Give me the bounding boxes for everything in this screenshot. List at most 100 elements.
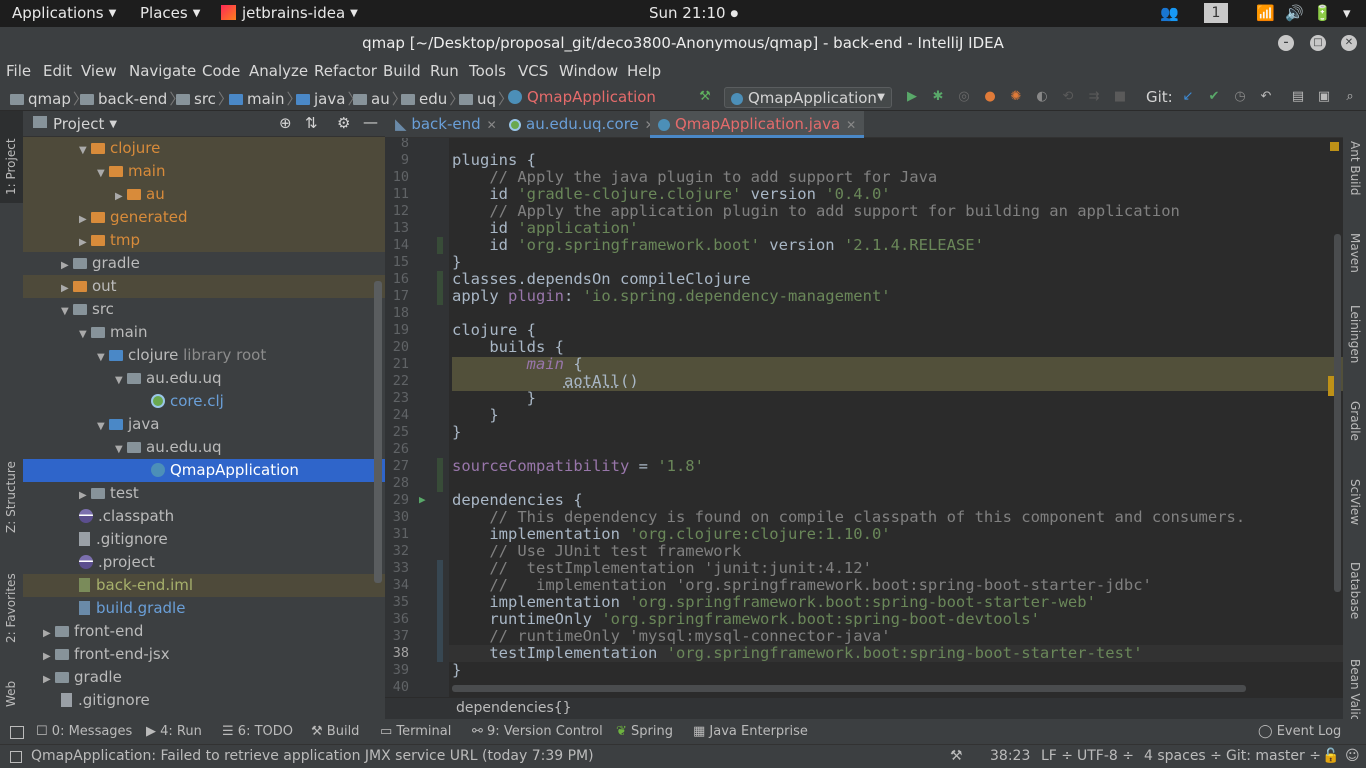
hide-panel-icon[interactable]: —: [363, 113, 378, 131]
toolwindow-icon[interactable]: ▣: [1316, 89, 1332, 105]
tree-item-clojure-build[interactable]: ▼ clojure: [23, 137, 385, 160]
tab-event-log[interactable]: ◯ Event Log: [1258, 724, 1341, 739]
tab-project[interactable]: 1: Project: [0, 111, 23, 203]
inspection-status-icon[interactable]: [1330, 142, 1339, 151]
tree-item-java-package[interactable]: ▼ au.edu.uq: [23, 436, 385, 459]
tab-version-control[interactable]: ⚯ 9: Version Control: [472, 724, 603, 739]
search-icon[interactable]: ⌕: [1342, 89, 1358, 105]
tab-web[interactable]: Web: [0, 663, 23, 713]
run-icon[interactable]: ▶: [904, 89, 920, 105]
tab-messages[interactable]: ☐ 0: Messages: [36, 724, 132, 739]
git-revert-icon[interactable]: ↶: [1258, 89, 1274, 105]
close-tab-icon[interactable]: ✕: [846, 118, 856, 132]
coverage-icon[interactable]: ◎: [956, 89, 972, 105]
wifi-icon[interactable]: 📶: [1256, 4, 1275, 22]
attach-icon[interactable]: ⟲: [1060, 89, 1076, 105]
tree-item-project-file[interactable]: .project: [23, 551, 385, 574]
tree-item-gitignore[interactable]: .gitignore: [23, 528, 385, 551]
tab-sciview[interactable]: SciView: [1343, 463, 1366, 533]
locate-icon[interactable]: ⊕: [279, 114, 292, 132]
menu-tools[interactable]: Tools: [469, 62, 506, 80]
close-button[interactable]: ✕: [1341, 35, 1357, 51]
menu-view[interactable]: View: [81, 62, 117, 80]
crumb-main[interactable]: main 〉: [229, 88, 304, 109]
git-branch[interactable]: Git: master ÷: [1226, 748, 1321, 764]
breadcrumb-dependencies[interactable]: dependencies{}: [456, 700, 572, 716]
debug-icon[interactable]: ✱: [930, 89, 946, 105]
tree-item-generated[interactable]: ▶ generated: [23, 206, 385, 229]
tree-item-front-end[interactable]: ▶ front-end: [23, 620, 385, 643]
tree-item-gitignore-root[interactable]: .gitignore: [23, 689, 385, 712]
project-structure-icon[interactable]: ▤: [1290, 89, 1306, 105]
tab-back-end[interactable]: ◣ back-end ✕: [387, 111, 505, 138]
tab-spring[interactable]: ❦ Spring: [616, 724, 673, 739]
vcs-change-marker[interactable]: [437, 237, 443, 254]
power-menu-icon[interactable]: ▾: [1343, 4, 1351, 22]
rerun-icon[interactable]: ⇉: [1086, 89, 1102, 105]
tree-item-iml[interactable]: back-end.iml: [23, 574, 385, 597]
stop-icon[interactable]: ■: [1112, 89, 1128, 105]
crumb-current-class[interactable]: QmapApplication: [508, 88, 656, 106]
close-tab-icon[interactable]: ✕: [487, 118, 497, 132]
clock[interactable]: Sun 21:10 ●: [649, 4, 738, 22]
gear-icon[interactable]: ⚙: [337, 114, 350, 132]
crumb-edu[interactable]: edu 〉: [401, 88, 466, 109]
editor-horizontal-scrollbar[interactable]: [452, 685, 1246, 692]
git-update-icon[interactable]: ↙: [1180, 89, 1196, 105]
vcs-change-marker[interactable]: [437, 271, 443, 305]
tree-item-src[interactable]: ▼ src: [23, 298, 385, 321]
caret-position[interactable]: 38:23: [990, 748, 1030, 764]
tree-item-au-build[interactable]: ▶ au: [23, 183, 385, 206]
menu-file[interactable]: File: [6, 62, 31, 80]
menu-refactor[interactable]: Refactor: [314, 62, 377, 80]
collapse-all-icon[interactable]: ⇅: [305, 114, 318, 132]
tree-item-java[interactable]: ▼ java: [23, 413, 385, 436]
menu-help[interactable]: Help: [627, 62, 661, 80]
tree-item-gradle-root[interactable]: ▶ gradle: [23, 666, 385, 689]
places-menu[interactable]: Places ▼: [140, 4, 200, 22]
menu-window[interactable]: Window: [559, 62, 618, 80]
battery-icon[interactable]: 🔋: [1313, 4, 1332, 22]
menu-edit[interactable]: Edit: [43, 62, 72, 80]
inspector-icon[interactable]: ☺: [1345, 748, 1360, 764]
tree-item-core-clj[interactable]: core.clj: [23, 390, 385, 413]
crumb-back-end[interactable]: back-end〉: [80, 88, 186, 109]
lock-icon[interactable]: 🔓: [1322, 748, 1339, 764]
tree-item-classpath[interactable]: .classpath: [23, 505, 385, 528]
tab-java-enterprise[interactable]: ▦ Java Enterprise: [693, 724, 808, 739]
run-config-dropdown[interactable]: QmapApplication ▼: [724, 87, 892, 108]
tree-item-test[interactable]: ▶ test: [23, 482, 385, 505]
tab-favorites[interactable]: 2: Favorites: [0, 557, 23, 649]
hector-icon[interactable]: ⚒: [950, 748, 963, 764]
tab-maven[interactable]: Maven: [1343, 213, 1366, 273]
menu-build[interactable]: Build: [383, 62, 421, 80]
menu-navigate[interactable]: Navigate: [129, 62, 196, 80]
tree-item-out[interactable]: ▶ out: [23, 275, 385, 298]
applications-menu[interactable]: Applications ▼: [12, 4, 116, 22]
tab-leiningen[interactable]: Leiningen: [1343, 289, 1366, 364]
crumb-src[interactable]: src 〉: [176, 88, 235, 109]
line-separator[interactable]: LF ÷: [1041, 748, 1073, 764]
profiler-icon[interactable]: ✺: [1008, 89, 1024, 105]
status-panel-icon[interactable]: [10, 751, 22, 763]
project-scrollbar[interactable]: [374, 281, 382, 583]
tab-ant-build[interactable]: Ant Build: [1343, 119, 1366, 199]
volume-icon[interactable]: 🔊: [1285, 4, 1304, 22]
tab-build[interactable]: ⚒ Build: [311, 724, 359, 739]
tree-item-qmap-application[interactable]: QmapApplication: [23, 459, 385, 482]
profile-icon[interactable]: ●: [982, 89, 998, 105]
vcs-change-marker[interactable]: [437, 560, 443, 662]
tab-bean-validation[interactable]: Bean Valid: [1343, 643, 1366, 722]
menu-vcs[interactable]: VCS: [518, 62, 548, 80]
tab-qmap-application[interactable]: QmapApplication.java ✕: [650, 111, 865, 138]
menu-code[interactable]: Code: [202, 62, 240, 80]
tree-item-tmp[interactable]: ▶ tmp: [23, 229, 385, 252]
tab-database[interactable]: Database: [1343, 546, 1366, 626]
tree-item-clj-package[interactable]: ▼ au.edu.uq: [23, 367, 385, 390]
menu-run[interactable]: Run: [430, 62, 459, 80]
status-message[interactable]: QmapApplication: Failed to retrieve appl…: [31, 748, 594, 764]
editor-vertical-scrollbar[interactable]: [1334, 234, 1341, 592]
crumb-uq[interactable]: uq 〉: [459, 88, 515, 109]
indent-setting[interactable]: 4 spaces ÷: [1144, 748, 1222, 764]
maximize-button[interactable]: □: [1310, 35, 1326, 51]
